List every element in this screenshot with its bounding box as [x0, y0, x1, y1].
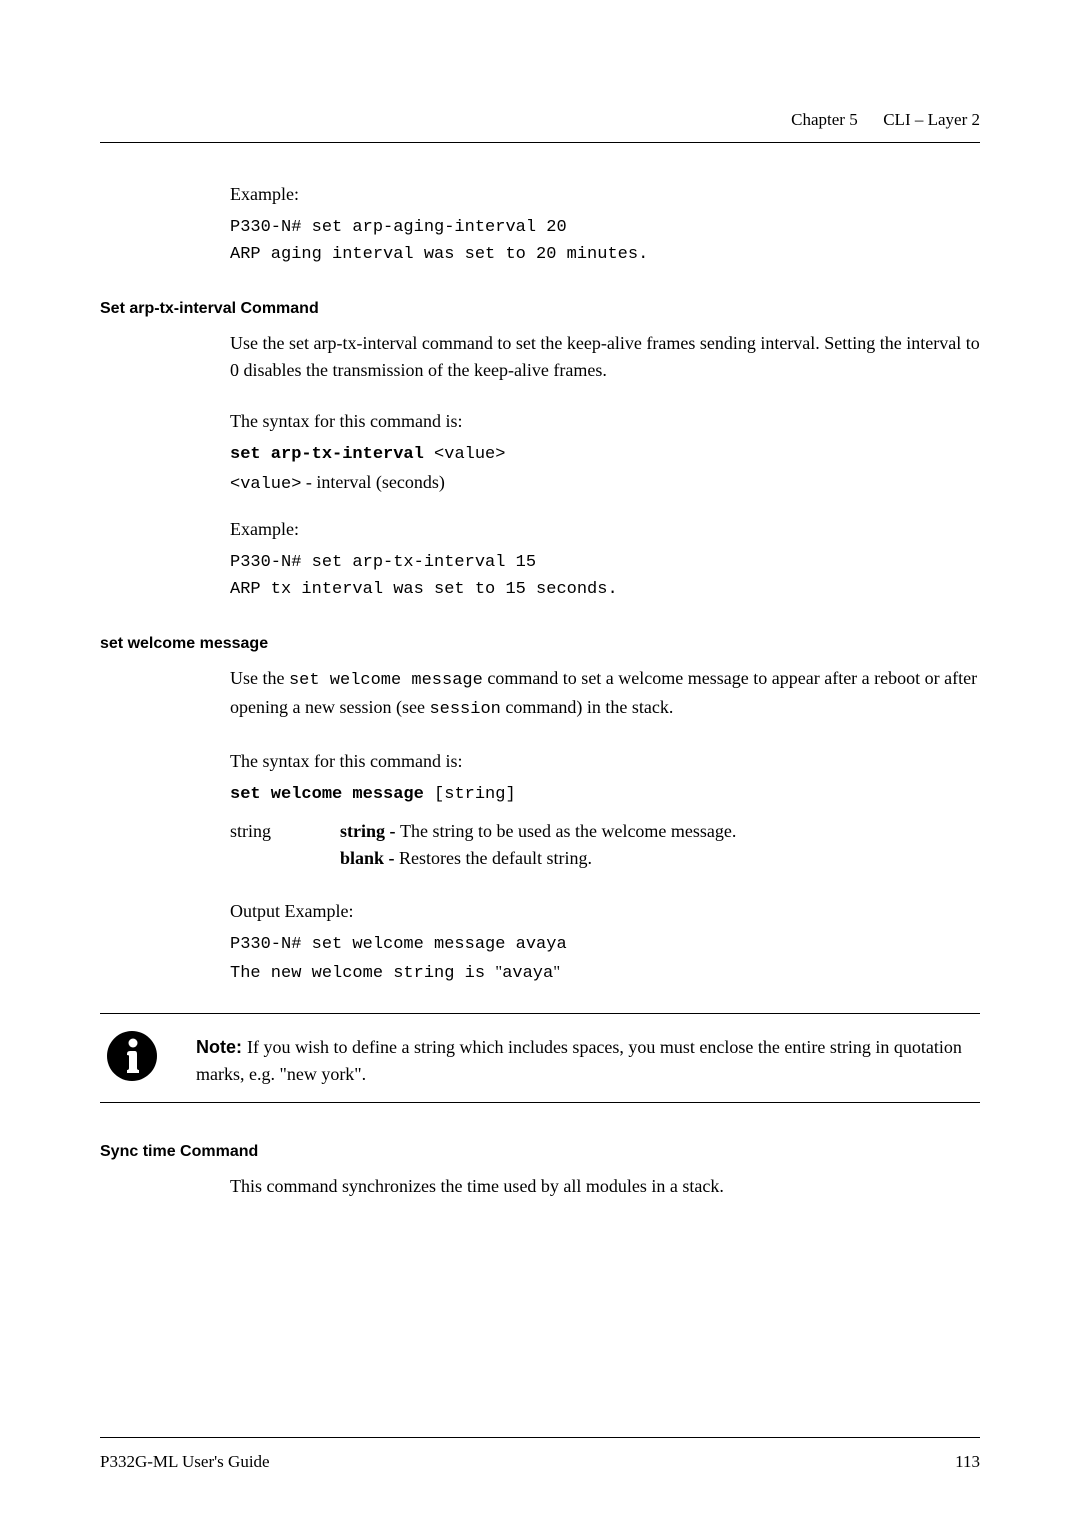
def-desc: string - The string to be used as the we…: [340, 818, 980, 872]
section-body-sync: This command synchronizes the time used …: [230, 1173, 980, 1200]
footer-row: P332G-ML User's Guide 113: [100, 1452, 980, 1472]
code-pre: The new welcome string is: [230, 964, 495, 983]
page-number: 113: [955, 1452, 980, 1472]
definition-row: string string - The string to be used as…: [230, 818, 980, 878]
value-description: <value> - interval (seconds): [230, 469, 980, 498]
example-block-1: Example: P330-N# set arp-aging-interval …: [230, 181, 980, 268]
section-heading-arp-tx: Set arp-tx-interval Command: [100, 300, 980, 318]
code-line: The new welcome string is "avaya": [230, 958, 980, 987]
para-text: Use the: [230, 668, 289, 688]
syntax-rest: [string]: [424, 785, 516, 804]
example-label: Example:: [230, 181, 980, 208]
example-label: Example:: [230, 516, 980, 543]
code-line: P330-N# set arp-aging-interval 20: [230, 214, 980, 241]
section-para: Use the set arp-tx-interval command to s…: [230, 330, 980, 384]
section-heading-sync: Sync time Command: [100, 1143, 980, 1161]
syntax-rest: <value>: [424, 445, 506, 464]
code-line: ARP tx interval was set to 15 seconds.: [230, 576, 980, 603]
section-heading-welcome: set welcome message: [100, 635, 980, 653]
code-mid: avaya: [502, 964, 553, 983]
section-para: Use the set welcome message command to s…: [230, 665, 980, 723]
chapter-title: CLI – Layer 2: [883, 110, 980, 129]
footer-left: P332G-ML User's Guide: [100, 1452, 270, 1472]
note-block: Note: If you wish to define a string whi…: [100, 1013, 980, 1103]
value-rest: - interval (seconds): [301, 472, 444, 492]
section-body-arp-tx: Use the set arp-tx-interval command to s…: [230, 330, 980, 603]
para-code: session: [429, 700, 500, 719]
syntax-command: set arp-tx-interval <value>: [230, 441, 980, 468]
code-line: P330-N# set arp-tx-interval 15: [230, 549, 980, 576]
chapter-label: Chapter 5: [791, 110, 858, 129]
info-icon: [104, 1028, 160, 1084]
note-body: If you wish to define a string which inc…: [196, 1037, 962, 1084]
para-code: set welcome message: [289, 671, 483, 690]
note-text: Note: If you wish to define a string whi…: [196, 1028, 980, 1088]
header-divider: [100, 142, 980, 143]
def-text: Restores the default string.: [399, 848, 592, 868]
section-body-welcome: Use the set welcome message command to s…: [230, 665, 980, 987]
def-bold: string -: [340, 821, 400, 841]
value-code: <value>: [230, 475, 301, 494]
syntax-command: set welcome message [string]: [230, 781, 980, 808]
para-text: command) in the stack.: [501, 697, 673, 717]
def-text: The string to be used as the welcome mes…: [400, 821, 736, 841]
syntax-bold: set arp-tx-interval: [230, 445, 424, 464]
def-term: string: [230, 818, 340, 872]
section-para: This command synchronizes the time used …: [230, 1173, 980, 1200]
syntax-bold: set welcome message: [230, 785, 424, 804]
code-line: ARP aging interval was set to 20 minutes…: [230, 241, 980, 268]
syntax-label: The syntax for this command is:: [230, 408, 980, 435]
syntax-label: The syntax for this command is:: [230, 748, 980, 775]
note-label: Note:: [196, 1037, 247, 1057]
footer-divider: [100, 1437, 980, 1438]
page-header: Chapter 5 CLI – Layer 2: [100, 110, 980, 130]
page-footer: P332G-ML User's Guide 113: [100, 1437, 980, 1472]
output-label: Output Example:: [230, 898, 980, 925]
def-bold: blank -: [340, 848, 399, 868]
quote: ": [553, 962, 560, 981]
code-line: P330-N# set welcome message avaya: [230, 931, 980, 958]
